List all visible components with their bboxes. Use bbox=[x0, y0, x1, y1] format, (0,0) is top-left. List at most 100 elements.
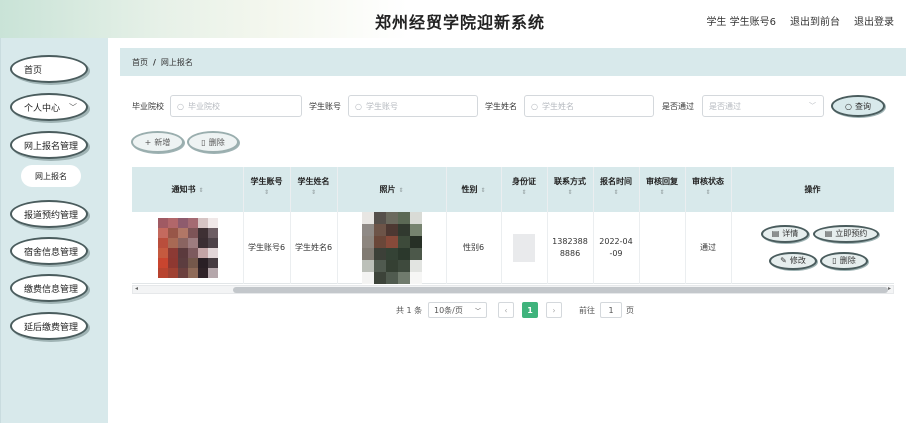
page-size-select[interactable]: 10条/页 ﹀ bbox=[428, 302, 487, 318]
pass-select[interactable]: 是否通过 ﹀ bbox=[702, 95, 824, 117]
back-to-front-link[interactable]: 退出到前台 bbox=[790, 13, 840, 28]
goto-page-input[interactable]: 1 bbox=[600, 302, 622, 318]
add-button[interactable]: + 新增 bbox=[131, 131, 184, 153]
sort-icon: ⇕ bbox=[613, 189, 619, 196]
col-status[interactable]: 审核状态 ⇕ bbox=[685, 167, 731, 212]
col-phone-label: 联系方式 bbox=[554, 177, 586, 186]
row-delete-label: 删除 bbox=[839, 256, 856, 265]
sidebar-item-payment-mgmt[interactable]: 缴费信息管理 bbox=[10, 274, 88, 302]
student-photo[interactable] bbox=[361, 212, 422, 284]
chevron-right-icon: › bbox=[552, 305, 556, 315]
sort-icon: ⇕ bbox=[567, 189, 573, 196]
sidebar-item-personal-center[interactable]: 个人中心 ﹀ bbox=[10, 93, 88, 121]
sort-icon: ⇕ bbox=[263, 189, 270, 196]
col-gender[interactable]: 性别 ⇕ bbox=[446, 167, 501, 212]
col-reply[interactable]: 审核回复 ⇕ bbox=[639, 167, 685, 212]
pagination-total: 共 1 条 bbox=[396, 305, 423, 315]
chevron-down-icon: ﹀ bbox=[69, 103, 77, 112]
chevron-left-icon: ‹ bbox=[504, 305, 508, 315]
col-account[interactable]: 学生账号 ⇕ bbox=[243, 167, 290, 212]
header-links: 学生 学生账号6 退出到前台 退出登录 bbox=[706, 13, 894, 28]
col-time[interactable]: 报名时间 ⇕ bbox=[593, 167, 639, 212]
sidebar-item-online-registration-mgmt[interactable]: 网上报名管理 bbox=[10, 131, 88, 159]
col-id[interactable]: 身份证 ⇕ bbox=[501, 167, 547, 212]
school-placeholder: 毕业院校 bbox=[187, 101, 220, 111]
reserve-button[interactable]: ▤ 立即预约 bbox=[813, 225, 879, 243]
sidebar-item-dormitory-mgmt[interactable]: 宿舍信息管理 bbox=[10, 237, 88, 265]
table-row: 学生账号6 学生姓名6 性别6 13823888886 2022-04-09 通… bbox=[132, 212, 894, 284]
reserve-label: 立即预约 bbox=[835, 229, 868, 238]
cell-time: 2022-04-09 bbox=[599, 237, 633, 258]
account-search-input[interactable]: ○ 学生账号 bbox=[348, 95, 478, 117]
sidebar-item-label: 缴费信息管理 bbox=[24, 284, 79, 295]
sort-icon: ⇕ bbox=[521, 189, 527, 196]
query-label: 查询 bbox=[854, 101, 871, 111]
col-phone[interactable]: 联系方式 ⇕ bbox=[547, 167, 593, 212]
breadcrumb: 首页 / 网上报名 bbox=[120, 48, 906, 76]
detail-label: 详情 bbox=[782, 229, 799, 238]
col-name-label: 学生姓名 bbox=[297, 177, 330, 186]
column-divider bbox=[731, 167, 732, 284]
user-info: 学生 学生账号6 bbox=[706, 13, 776, 28]
column-divider bbox=[547, 167, 548, 284]
logout-link[interactable]: 退出登录 bbox=[854, 13, 894, 28]
cell-reply bbox=[639, 212, 685, 284]
sort-icon: ⇕ bbox=[398, 187, 404, 194]
horizontal-scrollbar[interactable]: ◂ ▸ bbox=[132, 285, 894, 294]
prev-page-button[interactable]: ‹ bbox=[498, 302, 514, 318]
sidebar-item-deferred-payment-mgmt[interactable]: 延后缴费管理 bbox=[10, 312, 88, 340]
row-delete-button[interactable]: ▯ 删除 bbox=[820, 252, 868, 270]
trash-icon: ▯ bbox=[832, 256, 837, 265]
col-gender-label: 性别 bbox=[461, 185, 478, 194]
edit-label: 修改 bbox=[789, 256, 806, 265]
col-actions-label: 操作 bbox=[804, 185, 821, 194]
scrollbar-thumb[interactable] bbox=[233, 287, 888, 293]
query-button[interactable]: ○ 查询 bbox=[831, 95, 885, 117]
sort-icon: ⇕ bbox=[310, 189, 317, 196]
notice-image[interactable] bbox=[157, 218, 218, 278]
sidebar-item-label: 延后缴费管理 bbox=[24, 322, 79, 333]
sidebar-item-label: 报道预约管理 bbox=[24, 210, 79, 221]
col-status-label: 审核状态 bbox=[692, 177, 724, 186]
document-icon: ▤ bbox=[771, 229, 780, 238]
account-label: 学生账号 bbox=[309, 102, 341, 111]
col-reply-label: 审核回复 bbox=[646, 177, 678, 186]
school-search-input[interactable]: ○ 毕业院校 bbox=[170, 95, 302, 117]
col-notice-label: 通知书 bbox=[171, 185, 196, 194]
next-page-button[interactable]: › bbox=[546, 302, 562, 318]
document-icon: ▤ bbox=[824, 229, 833, 238]
col-id-label: 身份证 bbox=[512, 177, 536, 186]
table-header: 通知书 ⇕ 学生账号 ⇕ 学生姓名 ⇕ 照片 ⇕ 性别 ⇕ 身份证 ⇕ 联系方式 ⇕ 报名时间… bbox=[132, 167, 894, 212]
page-unit-label: 页 bbox=[626, 305, 634, 315]
edit-button[interactable]: ✎ 修改 bbox=[769, 252, 817, 270]
col-notice[interactable]: 通知书 ⇕ bbox=[132, 167, 243, 212]
pencil-icon: ✎ bbox=[780, 256, 787, 265]
breadcrumb-home[interactable]: 首页 bbox=[132, 57, 148, 68]
col-photo-label: 照片 bbox=[379, 185, 396, 194]
cell-notice bbox=[132, 212, 243, 284]
delete-label: 删除 bbox=[208, 137, 225, 147]
scroll-right-icon[interactable]: ▸ bbox=[888, 285, 891, 292]
scroll-left-icon[interactable]: ◂ bbox=[135, 285, 138, 292]
sort-icon: ⇕ bbox=[659, 189, 665, 196]
detail-button[interactable]: ▤ 详情 bbox=[761, 225, 809, 243]
col-name[interactable]: 学生姓名 ⇕ bbox=[290, 167, 337, 212]
pass-placeholder: 是否通过 bbox=[709, 101, 741, 111]
student-name-search-input[interactable]: ○ 学生姓名 bbox=[524, 95, 654, 117]
cell-gender: 性别6 bbox=[462, 243, 485, 252]
sidebar-item-report-reservation-mgmt[interactable]: 报道预约管理 bbox=[10, 200, 88, 228]
student-name-label: 学生姓名 bbox=[485, 102, 517, 111]
page-number-current[interactable]: 1 bbox=[522, 302, 538, 318]
column-divider bbox=[290, 167, 291, 284]
cell-phone: 13823888886 bbox=[552, 237, 588, 258]
cell-photo bbox=[337, 212, 446, 284]
sidebar-item-home[interactable]: 首页 bbox=[10, 55, 88, 83]
sidebar-subitem-online-registration[interactable]: 网上报名 bbox=[21, 165, 81, 187]
column-divider bbox=[685, 167, 686, 284]
student-name-placeholder: 学生姓名 bbox=[541, 101, 574, 111]
batch-delete-button[interactable]: ▯ 删除 bbox=[187, 131, 239, 153]
col-photo[interactable]: 照片 ⇕ bbox=[337, 167, 446, 212]
sidebar-item-label: 个人中心 bbox=[24, 103, 61, 114]
user-name: 学生账号6 bbox=[729, 17, 776, 28]
col-account-label: 学生账号 bbox=[250, 177, 283, 186]
